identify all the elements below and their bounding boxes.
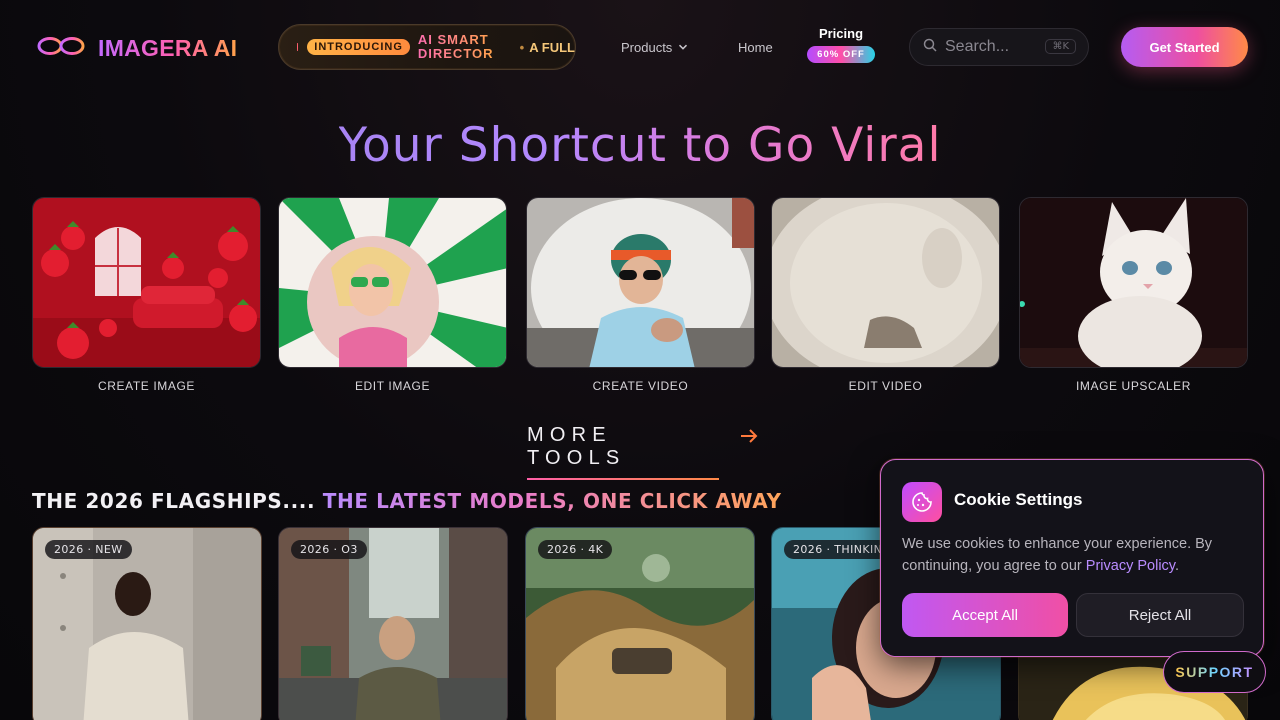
accept-all-button[interactable]: Accept All [902,593,1068,637]
tool-card-create-video[interactable]: CREATE VIDEO [526,197,755,393]
search-box[interactable]: ⌘K [909,28,1089,66]
promo-banner[interactable]: INTRODUCING AI SMART DIRECTOR • A FULL [278,24,576,70]
nav-products[interactable]: Products [621,40,688,55]
keyboard-shortcut-hint: ⌘K [1045,39,1076,54]
nav-home[interactable]: Home [738,40,773,55]
search-input[interactable] [945,38,1041,56]
promo-badge: INTRODUCING [307,39,410,55]
tool-card-edit-image[interactable]: EDIT IMAGE [278,197,507,393]
search-icon [910,38,937,57]
cookie-dialog: Cookie Settings We use cookies to enhanc… [880,459,1264,657]
tool-label: EDIT IMAGE [354,379,431,393]
model-tag: 2026 · NEW [45,540,132,559]
tool-label: IMAGE UPSCALER [1075,379,1192,393]
nav-pricing[interactable]: Pricing 60% OFF [805,26,877,63]
cookie-message: We use cookies to enhance your experienc… [902,533,1247,577]
promo-marquee-label: A FULL [529,39,575,55]
get-started-button[interactable]: Get Started [1121,27,1248,67]
reject-all-button[interactable]: Reject All [1076,593,1244,637]
hero-title-text: Your Shortcut to Go Viral [338,118,942,173]
tool-thumbnail [32,197,261,368]
promo-marquee-text: • A FULL [519,39,575,55]
hero-title: Your Shortcut to Go Viral [0,118,1280,173]
support-button[interactable]: SUPPORT [1163,651,1266,693]
flagships-heading-accent: THE LATEST MODELS, ONE CLICK AWAY [315,489,782,513]
tool-thumbnail [771,197,1000,368]
tool-card-image-upscaler[interactable]: IMAGE UPSCALER [1019,197,1248,393]
logo-text: IMAGERA AI [98,35,238,61]
nav-pricing-label: Pricing [818,26,864,41]
tool-thumbnail [526,197,755,368]
arrow-right-icon [719,424,759,451]
model-tag: 2026 · O3 [291,540,367,559]
tool-label: CREATE IMAGE [98,379,195,393]
logo[interactable]: IMAGERA AI [36,33,237,64]
model-card[interactable]: 2026 · NEW [32,527,262,720]
promo-title: AI SMART DIRECTOR [417,32,494,61]
model-card[interactable]: 2026 · O3 [278,527,508,720]
flagships-heading: THE 2026 FLAGSHIPS.... THE LATEST MODELS… [32,489,782,513]
cookie-icon [902,482,942,522]
chevron-down-icon [678,40,688,55]
support-label: SUPPORT [1175,664,1254,680]
more-tools-label: MORE TOOLS [527,424,719,480]
logo-infinity-icon [36,33,88,64]
more-tools-link[interactable]: MORE TOOLS [527,424,759,480]
site-header: IMAGERA AI INTRODUCING AI SMART DIRECTOR… [0,0,1280,94]
tool-card-create-image[interactable]: CREATE IMAGE [32,197,261,393]
tool-label: CREATE VIDEO [592,379,689,393]
discount-badge: 60% OFF [807,46,875,63]
tool-thumbnail [278,197,507,368]
tool-thumbnail [1019,197,1248,368]
flagships-heading-lead: THE 2026 FLAGSHIPS.... [32,489,316,513]
tool-card-edit-video[interactable]: EDIT VIDEO [771,197,1000,393]
tool-label: EDIT VIDEO [848,379,923,393]
model-card[interactable]: 2026 · 4K [525,527,755,720]
model-tag: 2026 · 4K [538,540,613,559]
cookie-message-end: . [1174,558,1179,574]
nav-products-label: Products [621,40,673,55]
privacy-policy-link[interactable]: Privacy Policy [1086,558,1175,574]
cookie-title: Cookie Settings [954,490,1083,509]
